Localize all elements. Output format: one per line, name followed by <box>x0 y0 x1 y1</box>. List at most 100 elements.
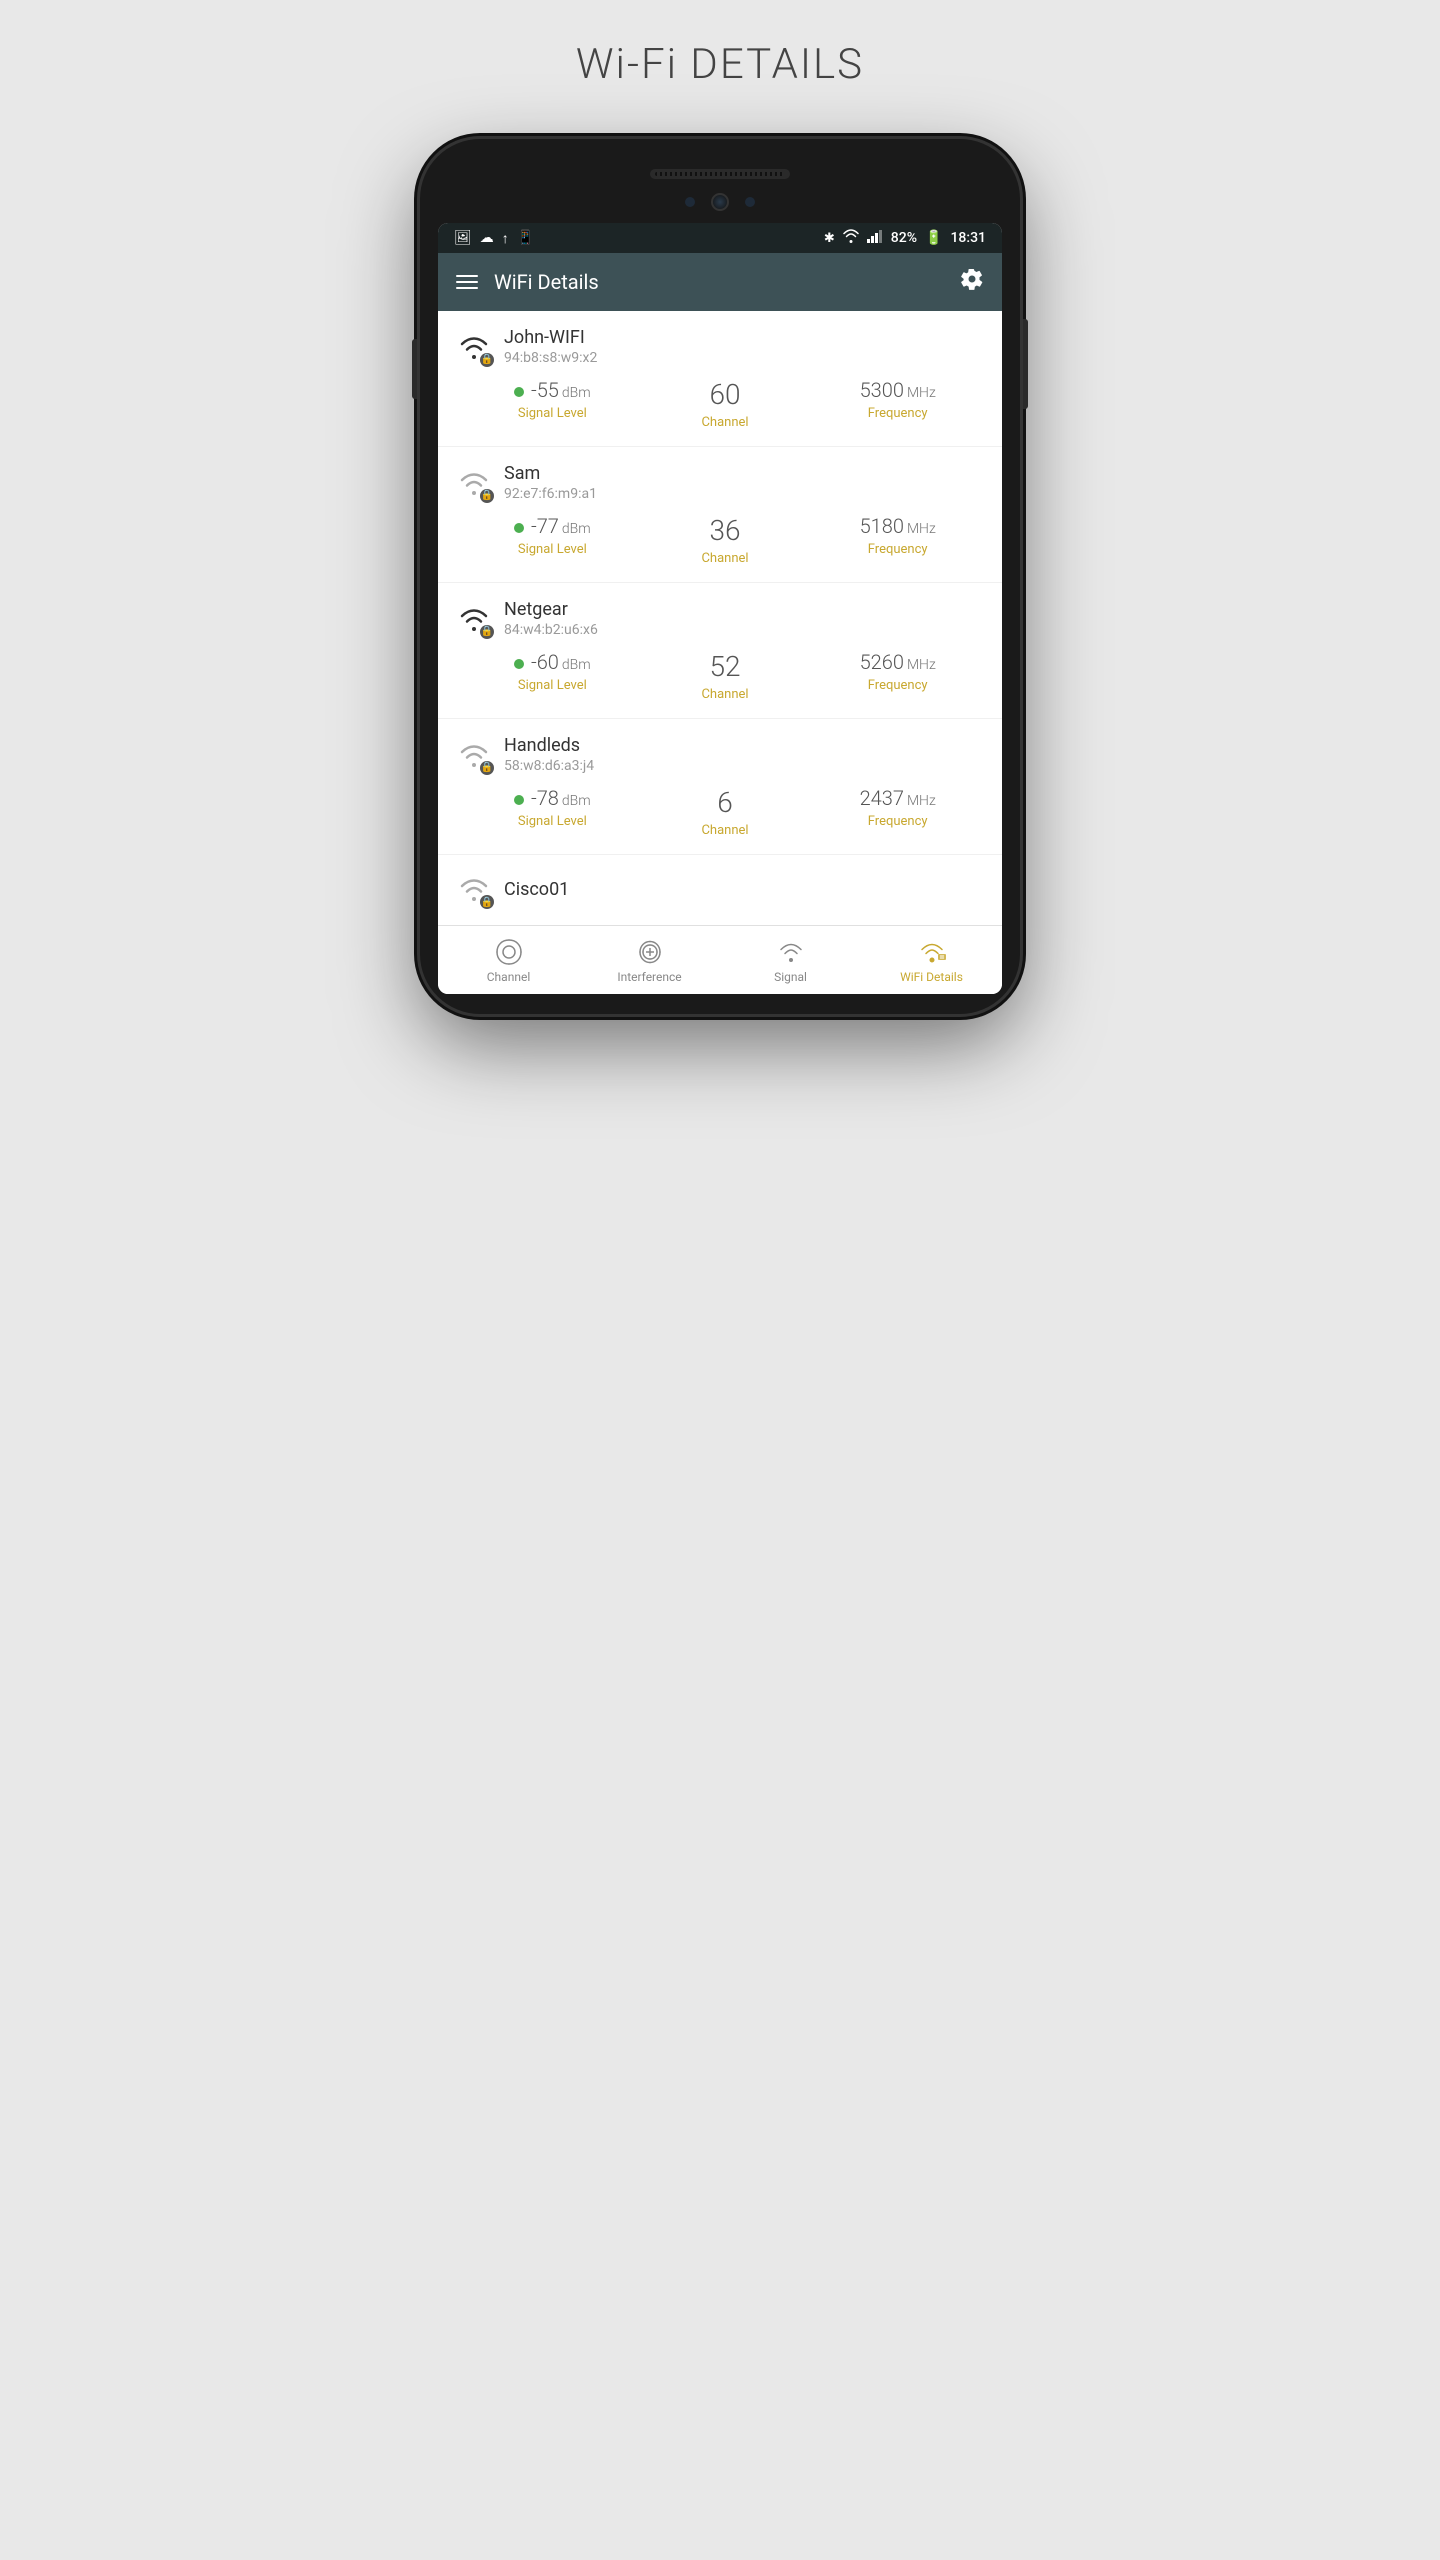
lock-icon: 🔒 <box>480 625 494 639</box>
frequency-number: 5180 <box>860 514 904 538</box>
signal-number: -60 <box>531 650 559 674</box>
frequency-value: 5300 MHz <box>860 378 936 402</box>
network-mac: 94:b8:s8:w9:x2 <box>504 350 597 366</box>
lock-icon: 🔒 <box>480 761 494 775</box>
phone-shell: 🖼 ☁ ↑ 📱 ✱ <box>420 139 1020 1014</box>
network-name: John-WIFI <box>504 327 597 348</box>
nav-signal[interactable]: Signal <box>720 926 861 994</box>
channel-value: 36 <box>709 514 740 547</box>
frequency-stat: 5260 MHz Frequency <box>811 650 984 702</box>
network-header: 🔒 Netgear 84:w4:b2:u6:x6 <box>456 599 984 638</box>
wifi-status-icon <box>843 229 859 247</box>
channel-stat: 6 Channel <box>639 786 812 838</box>
signal-dot <box>514 387 524 397</box>
signal-dot <box>514 523 524 533</box>
status-image-icon: 🖼 <box>454 230 472 246</box>
network-header: 🔒 Cisco01 <box>456 871 984 907</box>
signal-value: -60 dBm <box>514 650 591 674</box>
network-info: Handleds 58:w8:d6:a3:j4 <box>504 735 594 774</box>
signal-label: Signal Level <box>518 542 587 557</box>
network-list: 🔒 John-WIFI 94:b8:s8:w9:x2 -55 dBm <box>438 311 1002 925</box>
bottom-nav: Channel <box>438 925 1002 994</box>
frequency-unit: MHz <box>907 521 936 537</box>
lock-icon: 🔒 <box>480 353 494 367</box>
network-stats: -55 dBm Signal Level 60 Channel 5300 MHz <box>456 378 984 430</box>
channel-value: 52 <box>709 650 740 683</box>
status-bar-right: ✱ 82% 🔋 <box>824 229 986 247</box>
hamburger-line-1 <box>456 275 478 277</box>
status-cloud-icon: ☁ <box>480 230 494 246</box>
channel-label: Channel <box>701 687 748 702</box>
nav-channel-label: Channel <box>487 970 530 984</box>
frequency-label: Frequency <box>868 542 928 557</box>
nav-interference-label: Interference <box>617 970 681 984</box>
frequency-unit: MHz <box>907 793 936 809</box>
signal-stat: -60 dBm Signal Level <box>466 650 639 702</box>
network-mac: 84:w4:b2:u6:x6 <box>504 622 598 638</box>
network-info: Cisco01 <box>504 879 569 900</box>
wifi-icon-container: 🔒 <box>456 601 492 637</box>
status-bar: 🖼 ☁ ↑ 📱 ✱ <box>438 223 1002 253</box>
nav-interference[interactable]: Interference <box>579 926 720 994</box>
lock-icon: 🔒 <box>480 895 494 909</box>
wifi-icon-container: 🔒 <box>456 465 492 501</box>
page-title: Wi-Fi DETAILS <box>576 40 864 89</box>
frequency-value: 5180 MHz <box>860 514 936 538</box>
network-item[interactable]: 🔒 Sam 92:e7:f6:m9:a1 -77 dBm Sig <box>438 447 1002 583</box>
frequency-stat: 2437 MHz Frequency <box>811 786 984 838</box>
channel-stat: 36 Channel <box>639 514 812 566</box>
signal-label: Signal Level <box>518 678 587 693</box>
wifi-icon-container: 🔒 <box>456 329 492 365</box>
status-bar-left: 🖼 ☁ ↑ 📱 <box>454 230 534 247</box>
side-button-right <box>1023 319 1028 409</box>
wifi-icon-container: 🔒 <box>456 871 492 907</box>
channel-label: Channel <box>701 823 748 838</box>
network-item-partial[interactable]: 🔒 Cisco01 <box>438 855 1002 925</box>
network-info: John-WIFI 94:b8:s8:w9:x2 <box>504 327 597 366</box>
signal-stat: -77 dBm Signal Level <box>466 514 639 566</box>
interference-nav-icon <box>636 938 664 966</box>
frequency-stat: 5300 MHz Frequency <box>811 378 984 430</box>
signal-number: -55 <box>531 378 559 402</box>
signal-label: Signal Level <box>518 814 587 829</box>
phone-camera <box>711 193 729 211</box>
network-item[interactable]: 🔒 John-WIFI 94:b8:s8:w9:x2 -55 dBm <box>438 311 1002 447</box>
frequency-value: 5260 MHz <box>860 650 936 674</box>
signal-value: -78 dBm <box>514 786 591 810</box>
signal-unit: dBm <box>562 793 591 809</box>
battery-percentage: 82% <box>891 230 917 246</box>
signal-dot <box>514 795 524 805</box>
network-item[interactable]: 🔒 Netgear 84:w4:b2:u6:x6 -60 dBm <box>438 583 1002 719</box>
network-header: 🔒 Sam 92:e7:f6:m9:a1 <box>456 463 984 502</box>
network-name: Cisco01 <box>504 879 569 900</box>
nav-wifi-details[interactable]: WiFi Details <box>861 926 1002 994</box>
bluetooth-icon: ✱ <box>824 231 835 246</box>
hamburger-button[interactable] <box>456 275 478 289</box>
channel-value: 6 <box>717 786 733 819</box>
signal-stat: -78 dBm Signal Level <box>466 786 639 838</box>
settings-button[interactable] <box>960 267 984 297</box>
nav-wifi-details-label: WiFi Details <box>900 970 963 984</box>
phone-camera-row <box>438 193 1002 211</box>
network-stats: -78 dBm Signal Level 6 Channel 2437 MHz <box>456 786 984 838</box>
frequency-label: Frequency <box>868 678 928 693</box>
network-stats: -60 dBm Signal Level 52 Channel 5260 MHz <box>456 650 984 702</box>
signal-value: -77 dBm <box>514 514 591 538</box>
signal-unit: dBm <box>562 657 591 673</box>
channel-label: Channel <box>701 551 748 566</box>
network-stats: -77 dBm Signal Level 36 Channel 5180 MHz <box>456 514 984 566</box>
phone-speaker <box>650 169 790 179</box>
network-name: Sam <box>504 463 597 484</box>
channel-label: Channel <box>701 415 748 430</box>
nav-channel[interactable]: Channel <box>438 926 579 994</box>
network-header: 🔒 Handleds 58:w8:d6:a3:j4 <box>456 735 984 774</box>
lock-icon: 🔒 <box>480 489 494 503</box>
signal-unit: dBm <box>562 385 591 401</box>
network-item[interactable]: 🔒 Handleds 58:w8:d6:a3:j4 -78 dBm <box>438 719 1002 855</box>
frequency-value: 2437 MHz <box>860 786 936 810</box>
frequency-number: 2437 <box>860 786 904 810</box>
frequency-unit: MHz <box>907 657 936 673</box>
wifi-details-nav-icon <box>918 938 946 966</box>
signal-value: -55 dBm <box>514 378 591 402</box>
network-info: Netgear 84:w4:b2:u6:x6 <box>504 599 598 638</box>
